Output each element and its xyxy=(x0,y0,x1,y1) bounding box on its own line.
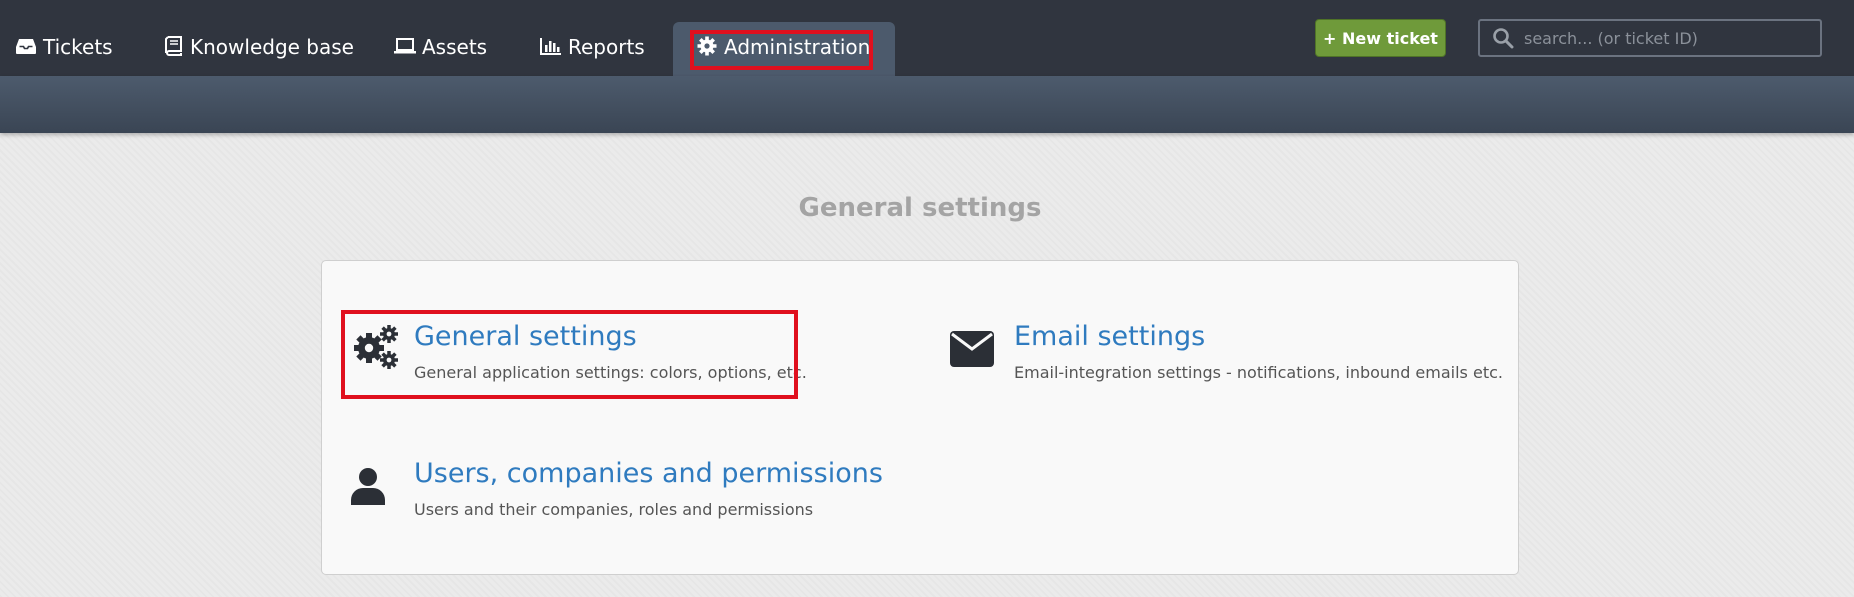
email-settings-title[interactable]: Email settings xyxy=(1014,321,1205,352)
gear-icon xyxy=(696,35,718,57)
envelope-icon xyxy=(950,331,994,371)
tab-reports[interactable]: Reports xyxy=(540,22,645,76)
search-input[interactable] xyxy=(1524,28,1814,48)
users-companies-permissions-title[interactable]: Users, companies and permissions xyxy=(414,458,883,489)
top-navigation-bar: Tickets Knowledge base Assets Reports Ad… xyxy=(0,0,1854,76)
tab-administration[interactable]: Administration xyxy=(673,22,895,76)
gears-icon xyxy=(351,324,399,374)
tab-administration-label: Administration xyxy=(724,35,871,59)
user-icon xyxy=(351,467,385,509)
tab-knowledge-base-label: Knowledge base xyxy=(190,35,354,59)
tab-tickets-label: Tickets xyxy=(43,35,113,59)
email-settings-item[interactable]: Email settings Email-integration setting… xyxy=(950,321,1503,391)
tab-knowledge-base[interactable]: Knowledge base xyxy=(162,22,354,76)
tab-assets-label: Assets xyxy=(422,35,488,59)
new-ticket-button[interactable]: + New ticket xyxy=(1315,19,1446,57)
settings-panel: General settings General application set… xyxy=(321,260,1519,575)
users-companies-permissions-description: Users and their companies, roles and per… xyxy=(414,500,814,519)
tab-tickets[interactable]: Tickets xyxy=(15,22,113,76)
inbox-icon xyxy=(15,35,37,57)
tab-assets[interactable]: Assets xyxy=(394,22,487,76)
tab-reports-label: Reports xyxy=(568,35,645,59)
email-settings-description: Email-integration settings - notificatio… xyxy=(1014,363,1503,382)
general-settings-description: General application settings: colors, op… xyxy=(414,363,807,382)
general-settings-item[interactable]: General settings General application set… xyxy=(351,321,807,391)
section-title: General settings xyxy=(798,193,1042,223)
search-box[interactable] xyxy=(1478,19,1822,57)
users-companies-permissions-item[interactable]: Users, companies and permissions Users a… xyxy=(351,458,883,528)
book-icon xyxy=(162,35,184,57)
search-icon xyxy=(1492,27,1514,49)
laptop-icon xyxy=(394,35,416,57)
sub-header-bar xyxy=(0,76,1854,133)
general-settings-title[interactable]: General settings xyxy=(414,321,637,352)
bar-chart-icon xyxy=(540,35,562,57)
